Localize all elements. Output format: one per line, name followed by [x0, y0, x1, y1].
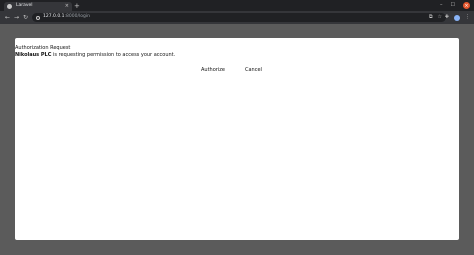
back-arrow-icon[interactable]: ←: [5, 13, 10, 22]
tab-close-icon[interactable]: ×: [65, 4, 69, 9]
site-info-icon[interactable]: [36, 15, 40, 20]
forward-arrow-icon[interactable]: →: [14, 13, 19, 22]
maximize-icon[interactable]: ☐: [451, 3, 455, 8]
globe-icon: [7, 4, 12, 9]
reload-icon[interactable]: ↻: [23, 13, 28, 22]
authorization-actions: Authorize Cancel: [15, 66, 459, 74]
address-bar-actions: ⧉ ☆: [429, 13, 442, 22]
new-tab-icon[interactable]: +: [74, 2, 80, 10]
address-bar[interactable]: 127.0.0.1:8000/login ⧉ ☆: [32, 13, 446, 22]
profile-avatar[interactable]: [454, 14, 460, 21]
tab-title: Laravel: [16, 3, 33, 9]
window-controls: – ☐ ×: [440, 2, 470, 9]
extensions-icon[interactable]: ✚: [445, 15, 449, 20]
browser-toolbar: ← → ↻ 127.0.0.1:8000/login ⧉ ☆ ✚ ⋮: [0, 11, 474, 24]
toolbar-actions: ✚ ⋮: [445, 13, 470, 22]
minimize-icon[interactable]: –: [440, 3, 443, 8]
url-host: 127.0.0.1: [43, 14, 65, 20]
authorization-heading: Authorization Request: [15, 45, 71, 51]
translate-icon[interactable]: ⧉: [429, 15, 433, 20]
authorization-message: Nikolaus PLC is requesting permission to…: [15, 52, 175, 58]
permission-text: is requesting permission to access your …: [51, 52, 176, 58]
address-url: 127.0.0.1:8000/login: [43, 15, 90, 20]
url-path: :8000/login: [64, 14, 90, 20]
page-viewport: Authorization Request Nikolaus PLC is re…: [0, 24, 474, 255]
window-close-icon[interactable]: ×: [463, 2, 470, 9]
menu-kebab-icon[interactable]: ⋮: [465, 15, 470, 20]
browser-tab[interactable]: Laravel ×: [4, 2, 72, 11]
authorization-card: Authorization Request Nikolaus PLC is re…: [15, 38, 459, 240]
cancel-button[interactable]: Cancel: [245, 66, 262, 74]
browser-tabstrip: Laravel × + – ☐ ×: [0, 0, 474, 11]
authorize-button[interactable]: Authorize: [201, 66, 225, 74]
bookmark-star-icon[interactable]: ☆: [438, 15, 442, 20]
client-name: Nikolaus PLC: [15, 52, 52, 58]
